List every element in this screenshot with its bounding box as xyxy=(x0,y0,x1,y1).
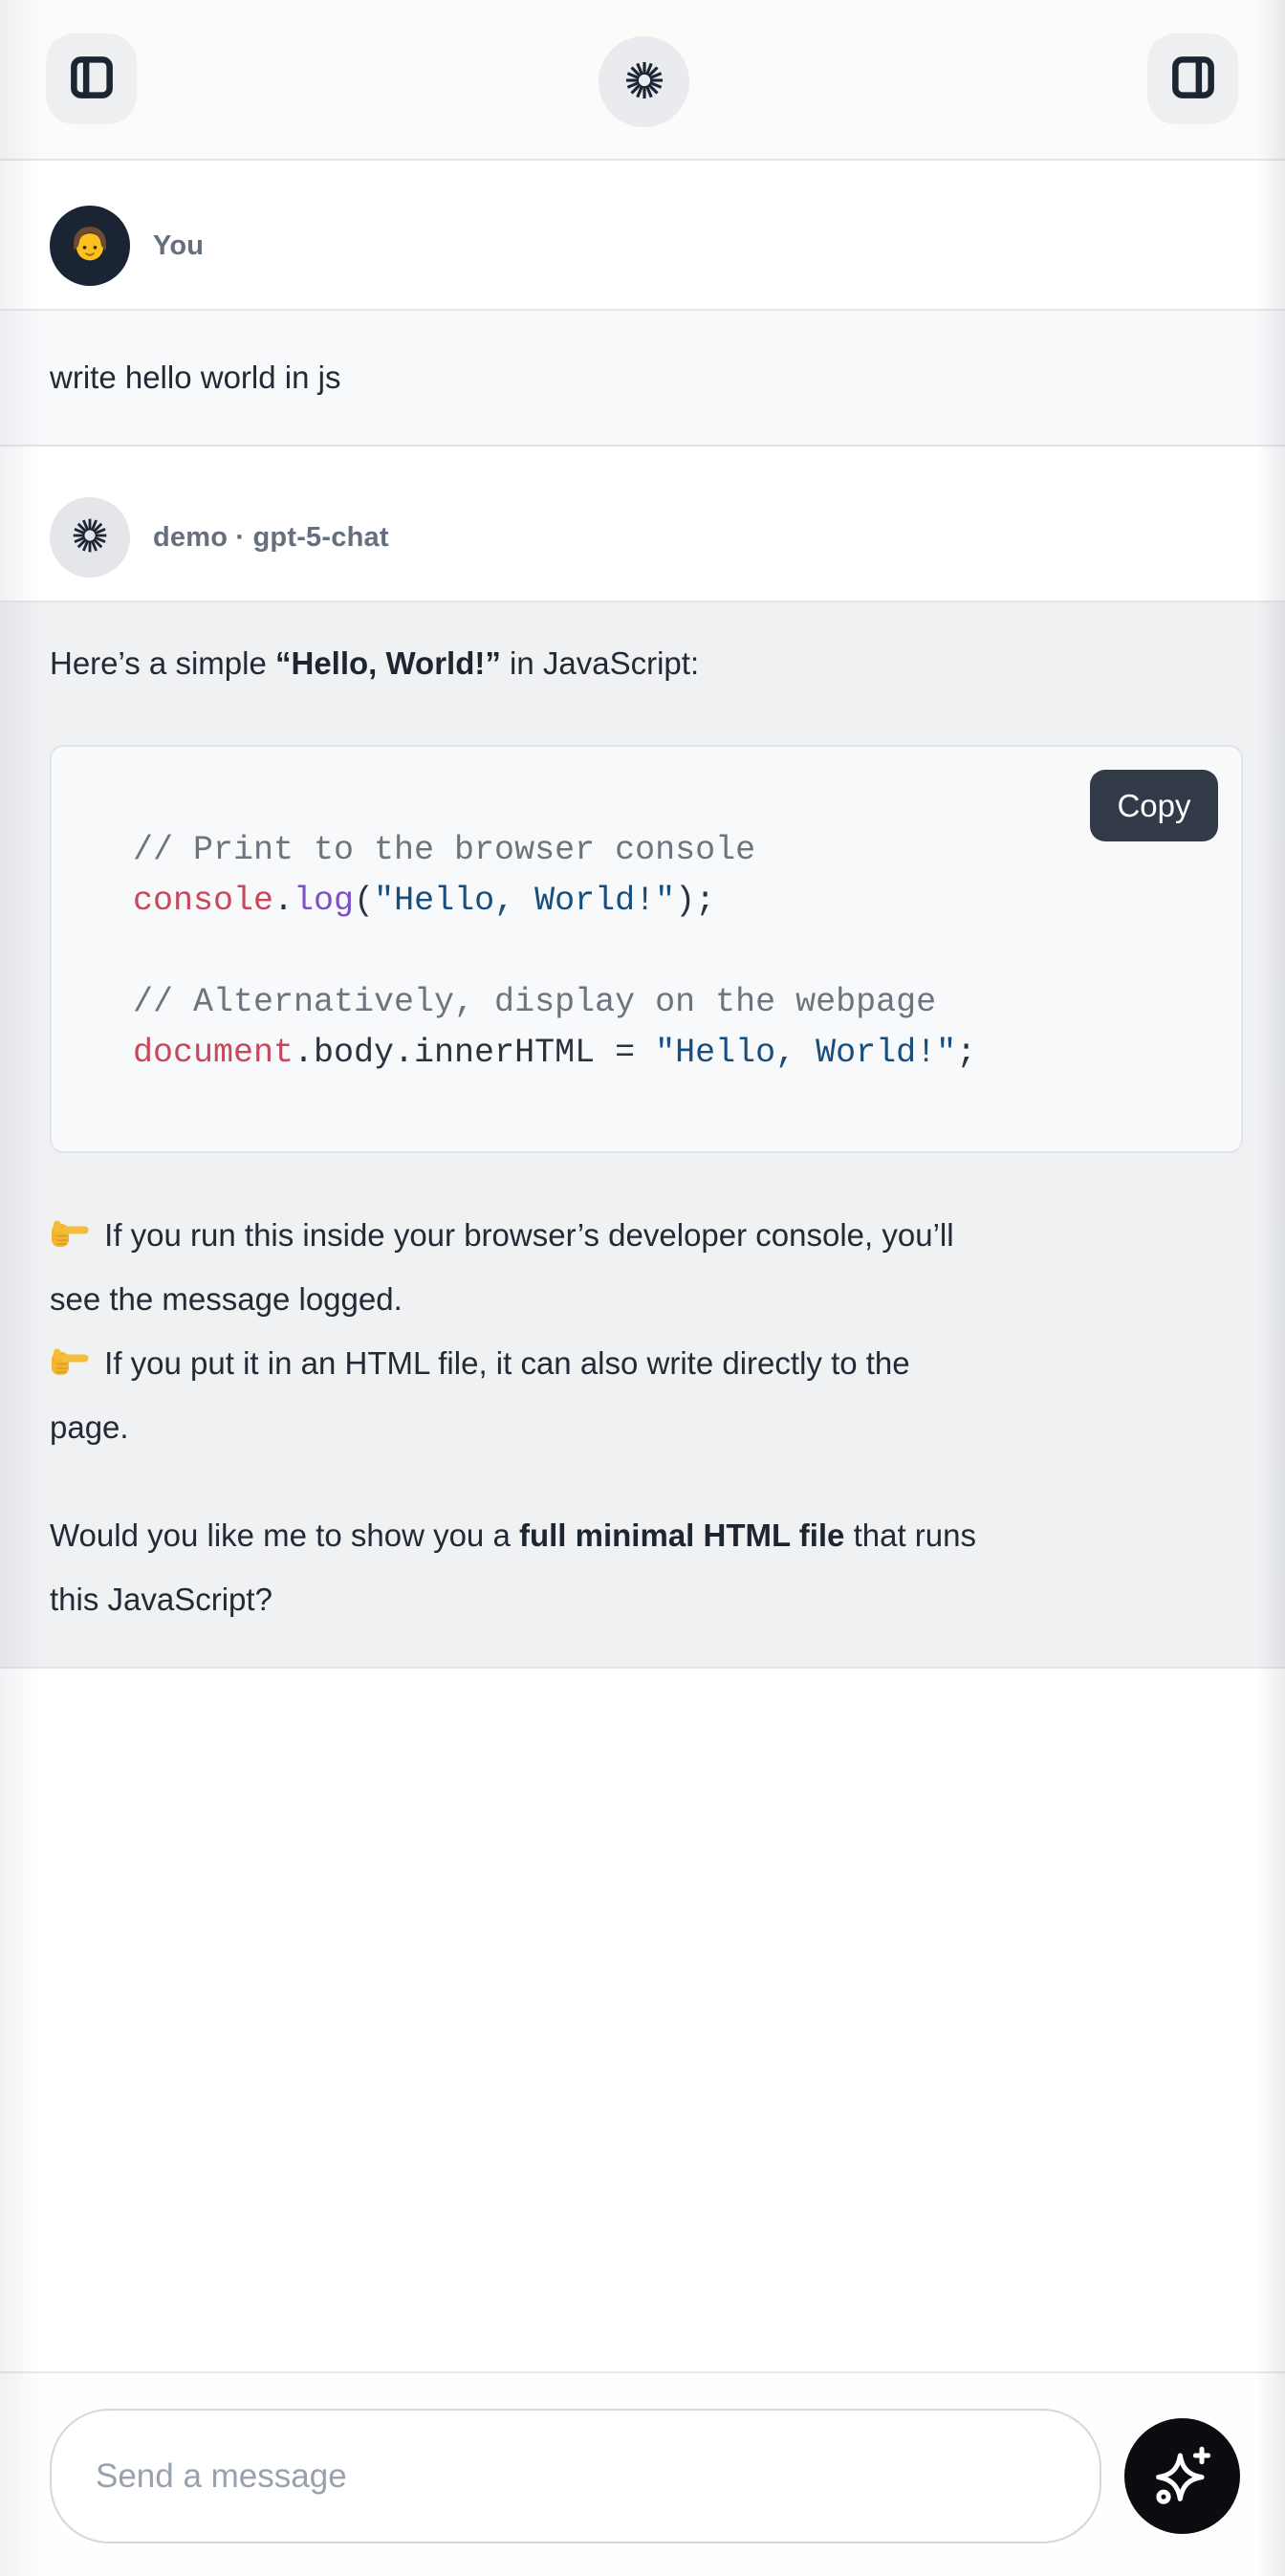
side-panel-toggle-button[interactable] xyxy=(1147,33,1238,124)
user-message-text: write hello world in js xyxy=(50,360,340,396)
sparkle-plus-icon xyxy=(1152,2444,1213,2508)
composer-bar xyxy=(0,2371,1285,2576)
code-line: // Alternatively, display on the webpage xyxy=(133,977,1241,1028)
code-block: Copy// Print to the browser consoleconso… xyxy=(50,745,1243,1153)
panel-left-icon xyxy=(67,53,117,105)
message-input[interactable] xyxy=(50,2409,1101,2543)
text-line: Would you like me to show you a full min… xyxy=(50,1503,1235,1567)
text-line: this JavaScript? xyxy=(50,1567,1235,1631)
user-message: write hello world in js xyxy=(0,309,1285,447)
assistant-paragraph: Would you like me to show you a full min… xyxy=(50,1503,1235,1631)
top-bar xyxy=(0,0,1285,161)
assistant-paragraph: If you run this inside your browser’s de… xyxy=(50,1203,1235,1459)
user-turn-header: You xyxy=(0,206,1285,286)
assistant-turn-header: demo · gpt-5-chat xyxy=(0,497,1285,578)
person-emoji xyxy=(65,219,115,273)
assistant-name: demo · gpt-5-chat xyxy=(153,522,389,554)
code-line: // Print to the browser console xyxy=(133,825,1241,876)
user-avatar xyxy=(50,206,130,286)
starburst-icon xyxy=(623,59,665,104)
text-line: If you put it in an HTML file, it can al… xyxy=(50,1331,1235,1395)
conversation: You write hello world in js demo · gpt-5… xyxy=(0,206,1285,1669)
assistant-message: Here’s a simple “Hello, World!” in JavaS… xyxy=(0,600,1285,1669)
pointing-right-emoji xyxy=(50,1335,90,1367)
text-line: If you run this inside your browser’s de… xyxy=(50,1203,1235,1267)
copy-button[interactable]: Copy xyxy=(1090,770,1218,841)
pointing-right-emoji xyxy=(50,1207,90,1239)
code-line: document.body.innerHTML = "Hello, World!… xyxy=(133,1028,1241,1079)
text-line: page. xyxy=(50,1395,1235,1459)
chat-app: You write hello world in js demo · gpt-5… xyxy=(0,0,1285,2576)
sidebar-toggle-button[interactable] xyxy=(46,33,137,124)
model-avatar-button[interactable] xyxy=(599,36,689,127)
text-line: Here’s a simple “Hello, World!” in JavaS… xyxy=(50,631,1235,695)
starburst-icon xyxy=(71,516,109,559)
code-line: console.log("Hello, World!"); xyxy=(133,876,1241,927)
user-name: You xyxy=(153,230,204,262)
assistant-avatar xyxy=(50,497,130,578)
panel-right-icon xyxy=(1168,53,1218,105)
code-content: // Print to the browser consoleconsole.l… xyxy=(133,825,1241,1079)
code-line xyxy=(133,927,1241,977)
text-line: see the message logged. xyxy=(50,1267,1235,1331)
assistant-paragraph: Here’s a simple “Hello, World!” in JavaS… xyxy=(50,631,1235,695)
new-chat-sparkle-button[interactable] xyxy=(1124,2418,1240,2534)
